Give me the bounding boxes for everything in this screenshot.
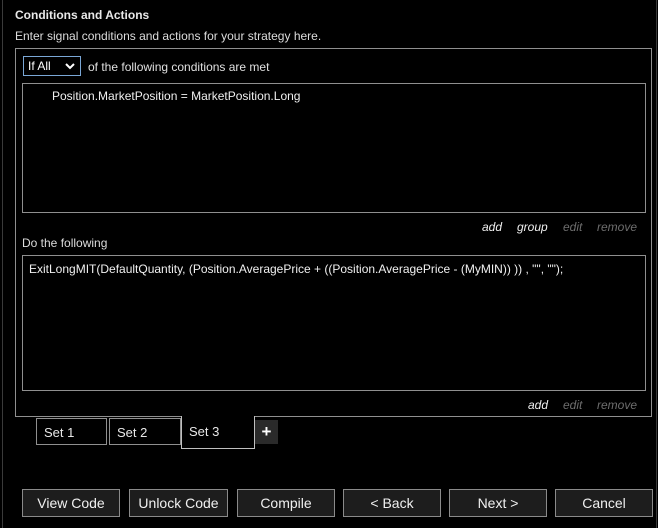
chevron-down-icon: [65, 63, 75, 70]
tab-set-2[interactable]: Set 2: [109, 418, 181, 445]
compile-button[interactable]: Compile: [237, 489, 335, 517]
view-code-button[interactable]: View Code: [22, 489, 120, 517]
add-action-link[interactable]: add: [528, 398, 548, 412]
tab-set-1[interactable]: Set 1: [36, 418, 107, 445]
tab-set-3[interactable]: Set 3: [181, 416, 255, 449]
conditions-list[interactable]: Position.MarketPosition = MarketPosition…: [22, 83, 646, 213]
conditions-label: of the following conditions are met: [88, 60, 270, 74]
page-title: Conditions and Actions: [15, 8, 150, 22]
window-left-border: [2, 0, 3, 528]
action-line[interactable]: ExitLongMIT(DefaultQuantity, (Position.A…: [29, 262, 563, 276]
edit-action-link[interactable]: edit: [563, 398, 582, 412]
group-condition-link[interactable]: group: [517, 220, 548, 234]
add-condition-link[interactable]: add: [482, 220, 502, 234]
page-subtitle: Enter signal conditions and actions for …: [15, 29, 322, 43]
edit-condition-link[interactable]: edit: [563, 220, 582, 234]
condition-mode-select[interactable]: If All: [23, 56, 81, 76]
unlock-code-button[interactable]: Unlock Code: [129, 489, 228, 517]
plus-icon: +: [261, 422, 272, 441]
add-set-button[interactable]: +: [255, 420, 278, 444]
remove-action-link[interactable]: remove: [597, 398, 637, 412]
condition-mode-value: If All: [28, 59, 51, 73]
cancel-button[interactable]: Cancel: [555, 489, 653, 517]
actions-label: Do the following: [22, 236, 108, 250]
remove-condition-link[interactable]: remove: [597, 220, 637, 234]
back-button[interactable]: < Back: [343, 489, 441, 517]
window-right-border: [656, 0, 657, 528]
condition-line[interactable]: Position.MarketPosition = MarketPosition…: [52, 89, 300, 103]
actions-list[interactable]: ExitLongMIT(DefaultQuantity, (Position.A…: [22, 255, 646, 391]
next-button[interactable]: Next >: [449, 489, 547, 517]
